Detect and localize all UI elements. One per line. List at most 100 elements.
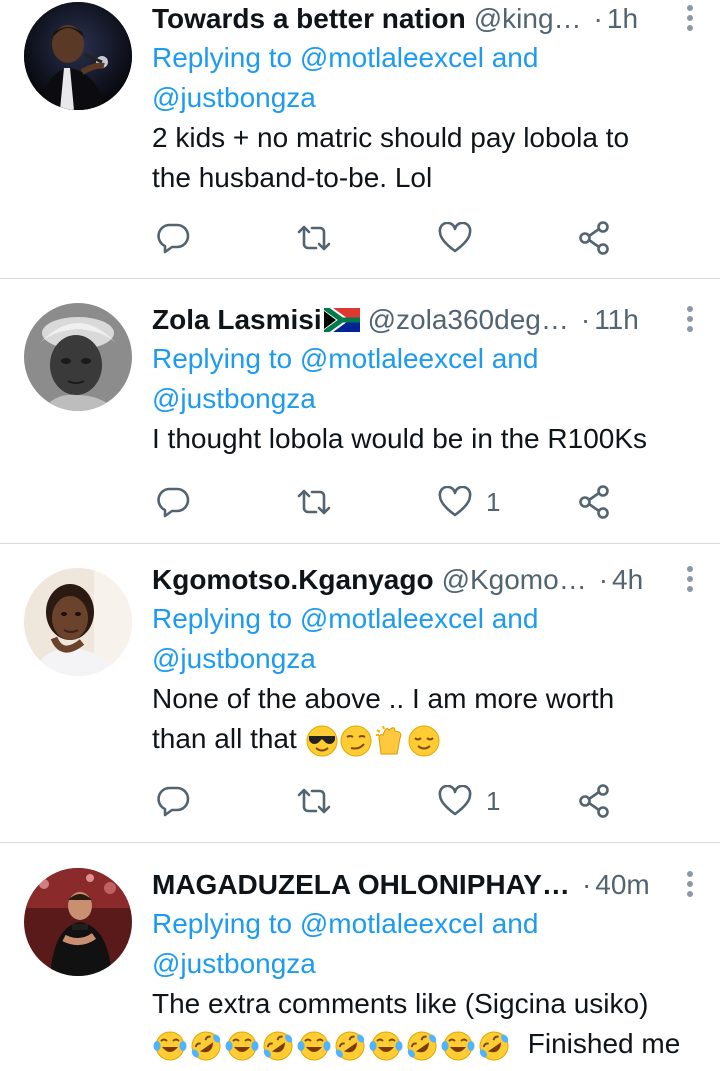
tweet-text-line: The extra comments like (Sigcina usiko) [152,988,649,1019]
mention-link[interactable]: @motlaleexcel [300,603,484,634]
replying-to: Replying to @motlaleexcel and [152,904,696,944]
retweet-icon [297,788,331,814]
clapping-hands-emoji-icon [375,725,401,755]
mention-link[interactable]: @justbongza [152,82,316,113]
replying-to-line2: @justbongza [152,639,696,679]
user-handle[interactable]: @Kgomo… [442,561,587,599]
timestamp[interactable]: 1h [607,0,638,38]
tweet[interactable]: Zola Lasmisi @zola360deg… · 11h Replying… [0,279,720,544]
heart-icon [438,486,472,517]
tweet-text-line: Finished me [527,1028,681,1059]
tweet-text: I thought lobola would be in the R100Ks [152,419,696,459]
timestamp[interactable]: 4h [612,561,643,599]
retweet-button[interactable] [296,781,332,821]
avatar[interactable] [24,2,132,110]
avatar[interactable] [24,868,132,976]
retweet-icon [297,225,331,251]
tears-of-joy-emoji-icon [369,1031,403,1061]
tweet-actions: 1 [152,482,622,522]
tweet[interactable]: MAGADUZELA OHLONIPHAY… · 40m Replying to… [0,843,720,1071]
mention-link[interactable]: @justbongza [152,948,316,979]
mention-link[interactable]: @motlaleexcel [300,42,484,73]
heart-icon [438,222,472,253]
display-name[interactable]: Zola Lasmisi [152,301,322,339]
heart-icon [438,785,472,816]
replying-to: Replying to @motlaleexcel and [152,599,696,639]
south-africa-flag-icon [323,308,360,332]
emoji-group [305,724,441,758]
tears-of-joy-emoji-icon [441,1031,475,1061]
tweet-text-line-with-emoji: than all that [152,719,696,759]
like-count: 1 [486,785,501,816]
separator-dot: · [581,869,592,900]
tweet-header: Kgomotso.Kganyago @Kgomo… · 4h [152,561,696,599]
tears-of-joy-emoji-icon [225,1031,259,1061]
rofl-emoji-icon [407,1031,437,1061]
more-options-button[interactable] [670,301,710,337]
tweet-actions [152,218,622,258]
display-name[interactable]: Towards a better nation [152,0,466,38]
share-icon [579,221,609,255]
replying-to-line2: @justbongza [152,78,696,118]
retweet-button[interactable] [296,482,332,522]
replying-to-and: and [491,908,539,939]
avatar-image [24,568,132,676]
share-icon [579,485,609,519]
mention-link[interactable]: @motlaleexcel [300,908,484,939]
timestamp[interactable]: 40m [595,866,649,904]
reply-feed: Towards a better nation @king… · 1h Repl… [0,0,720,1071]
separator-dot: · [580,304,591,335]
replying-to-and: and [491,603,539,634]
like-button[interactable]: 1 [438,482,500,522]
tweet-actions: 1 [152,781,622,821]
tweet-text-line: None of the above .. I am more worth [152,683,615,714]
emoji-group [152,1029,512,1063]
tweet[interactable]: Towards a better nation @king… · 1h Repl… [0,0,720,279]
replying-to-line2: @justbongza [152,944,696,984]
more-options-button[interactable] [670,866,710,902]
tweet-text-line-with-emoji: Finished me [152,1024,696,1064]
reply-button[interactable] [156,482,190,522]
reply-button[interactable] [156,218,190,258]
replying-to-and: and [491,42,539,73]
user-handle[interactable]: @zola360deg… [368,301,569,339]
share-button[interactable] [578,218,610,258]
smirking-emoji-icon [340,725,372,757]
more-vertical-icon [687,306,693,332]
avatar[interactable] [24,568,132,676]
more-options-button[interactable] [670,0,710,36]
rofl-emoji-icon [335,1031,365,1061]
replying-to-label: Replying to [152,343,293,374]
rofl-emoji-icon [263,1031,293,1061]
share-button[interactable] [578,781,610,821]
replying-to-and: and [491,343,539,374]
like-count: 1 [486,486,501,517]
display-name[interactable]: Kgomotso.Kganyago [152,561,434,599]
mention-link[interactable]: @justbongza [152,383,316,414]
like-button[interactable]: 1 [438,781,500,821]
tears-of-joy-emoji-icon [297,1031,331,1061]
display-name[interactable]: MAGADUZELA OHLONIPHAY… [152,866,570,904]
tweet-header: Zola Lasmisi @zola360deg… · 11h [152,301,696,339]
reply-icon [157,223,190,254]
rofl-emoji-icon [479,1031,509,1061]
retweet-button[interactable] [296,218,332,258]
replying-to-label: Replying to [152,42,293,73]
like-button[interactable] [438,218,486,258]
avatar-image [24,303,132,411]
reply-icon [157,487,190,518]
tweet-text-line: the husband-to-be. Lol [152,162,433,193]
more-vertical-icon [687,871,693,897]
share-button[interactable] [578,482,610,522]
avatar[interactable] [24,303,132,411]
timestamp[interactable]: 11h [594,301,639,339]
mention-link[interactable]: @justbongza [152,643,316,674]
user-handle[interactable]: @king… [474,0,582,38]
reply-button[interactable] [156,781,190,821]
mention-link[interactable]: @motlaleexcel [300,343,484,374]
replying-to-label: Replying to [152,908,293,939]
more-vertical-icon [687,566,693,592]
replying-to-line2: @justbongza [152,379,696,419]
tweet[interactable]: Kgomotso.Kganyago @Kgomo… · 4h Replying … [0,544,720,843]
more-options-button[interactable] [670,561,710,597]
